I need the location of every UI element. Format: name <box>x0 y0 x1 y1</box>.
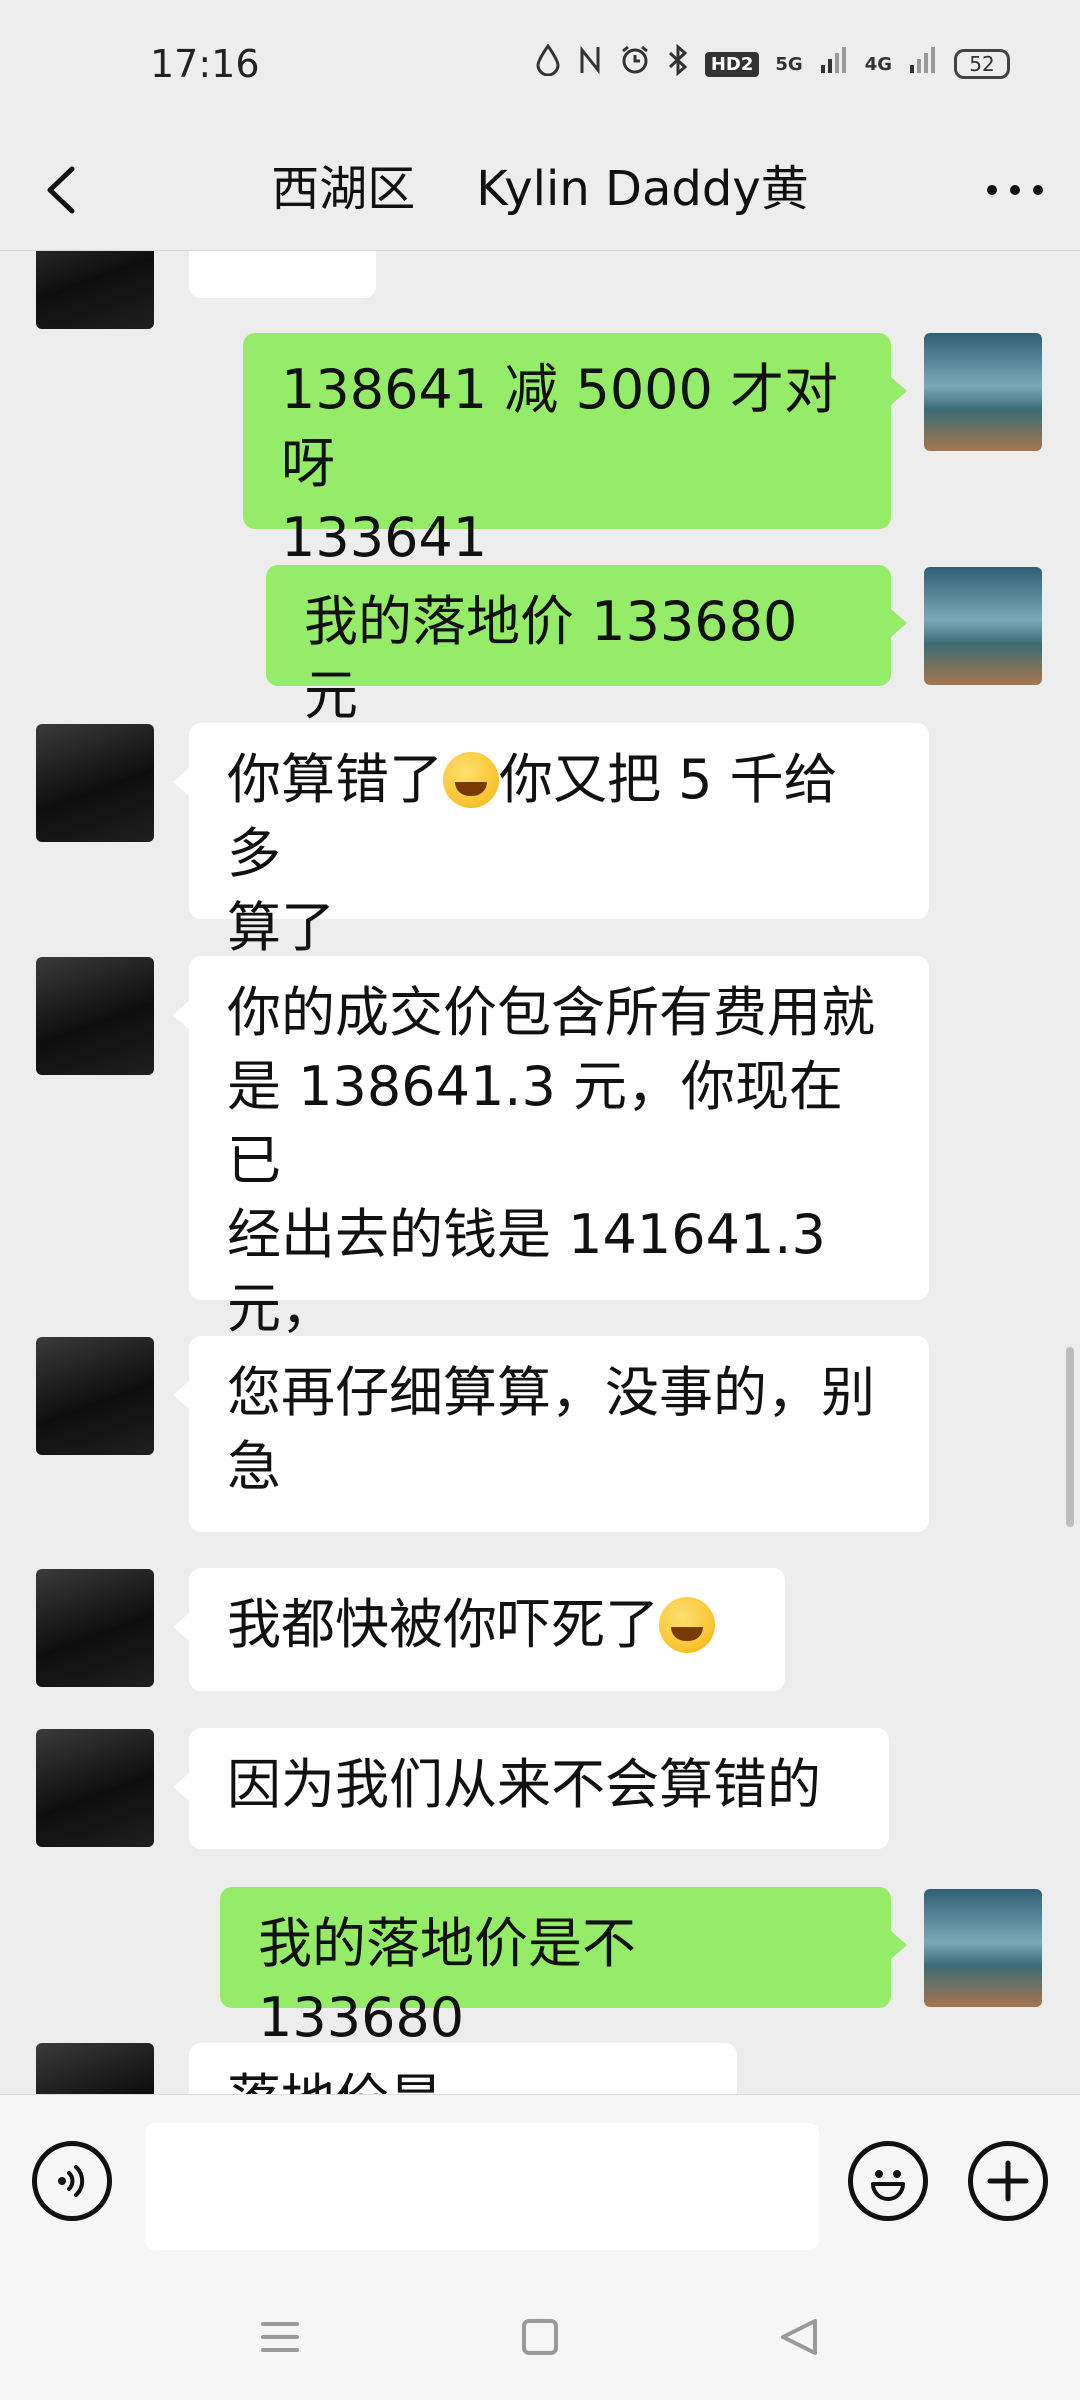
home-square-icon <box>522 2319 558 2355</box>
bubble-tail <box>173 1773 189 1801</box>
message-bubble[interactable]: 落地价是 138641.3 <box>189 2043 737 2094</box>
message-text: 我都快被你吓死了 <box>227 1593 659 1656</box>
back-triangle-icon <box>781 2319 817 2355</box>
bubble-tail <box>173 1381 189 1409</box>
face-with-tears-of-joy-icon <box>659 1597 715 1653</box>
chat-header: 西湖区 Kylin Daddy黄 <box>0 135 1080 251</box>
bubble-tail <box>173 1613 189 1641</box>
message-bubble[interactable]: 你的成交价包含所有费用就 是 138641.3 元，你现在已 经出去的钱是 14… <box>189 956 929 1414</box>
contact-avatar[interactable] <box>36 1337 154 1455</box>
network-5g-label: 5G <box>775 53 803 75</box>
network-4g-label: 4G <box>864 53 892 75</box>
bubble-tail <box>891 1931 907 1959</box>
input-bar <box>0 2094 1080 2275</box>
emoji-button[interactable] <box>848 2141 928 2221</box>
message-bubble[interactable]: 因为我们从来不会算错的 <box>189 1728 889 1849</box>
water-drop-icon <box>535 43 561 84</box>
bubble-tail <box>891 377 907 405</box>
more-functions-button[interactable] <box>968 2141 1048 2221</box>
message-text: 你算错了 <box>227 748 443 811</box>
bubble-tail <box>173 1001 189 1029</box>
contact-avatar[interactable] <box>36 1569 154 1687</box>
plus-icon <box>987 2160 1029 2202</box>
back-nav-button[interactable] <box>775 2312 825 2362</box>
voice-button[interactable] <box>32 2141 112 2221</box>
emoji-icon <box>871 2170 905 2201</box>
home-nav-button[interactable] <box>515 2312 565 2362</box>
status-bar: 17:16 HD2 5G 4G 52 <box>0 0 1080 135</box>
bluetooth-icon <box>667 43 689 84</box>
signal-icon <box>908 45 938 83</box>
menu-nav-button[interactable] <box>255 2312 305 2362</box>
contact-avatar[interactable] <box>36 724 154 842</box>
nfc-icon <box>577 45 603 83</box>
message-bubble[interactable] <box>189 251 376 298</box>
contact-avatar[interactable] <box>36 957 154 1075</box>
scrollbar[interactable] <box>1066 1347 1074 1527</box>
contact-avatar[interactable] <box>36 251 154 329</box>
face-with-tears-of-joy-icon <box>443 752 499 808</box>
voice-icon <box>58 2165 85 2197</box>
message-bubble[interactable]: 我的落地价是不 133680 <box>220 1887 891 2049</box>
message-list[interactable]: 138641 减 5000 才对呀 133641 我的落地价 133680 元 … <box>0 251 1080 2094</box>
my-avatar[interactable] <box>924 1889 1042 2007</box>
hd-voice-badge: HD2 <box>704 51 760 77</box>
my-avatar[interactable] <box>924 567 1042 685</box>
message-bubble[interactable]: 我的落地价 133680 元 <box>266 565 891 727</box>
menu-icon <box>261 2322 299 2352</box>
alarm-icon <box>619 44 651 84</box>
contact-avatar[interactable] <box>36 1729 154 1847</box>
message-bubble[interactable]: 你算错了 你又把 5 千给多 算了 <box>189 723 929 959</box>
status-time: 17:16 <box>150 42 260 86</box>
bubble-tail <box>891 609 907 637</box>
bubble-tail <box>173 768 189 796</box>
more-options-button[interactable] <box>980 155 1050 225</box>
contact-avatar[interactable] <box>36 2043 154 2094</box>
status-icons: HD2 5G 4G 52 <box>535 43 1010 84</box>
chat-title: 西湖区 Kylin Daddy黄 <box>271 161 809 217</box>
battery-icon: 52 <box>954 49 1010 79</box>
message-bubble[interactable]: 我都快被你吓死了 <box>189 1568 785 1691</box>
more-dots-icon <box>987 185 1043 195</box>
message-bubble[interactable]: 138641 减 5000 才对呀 133641 <box>243 333 891 569</box>
message-input[interactable] <box>145 2123 819 2250</box>
my-avatar[interactable] <box>924 333 1042 451</box>
signal-icon <box>819 45 849 83</box>
message-bubble[interactable]: 您再仔细算算，没事的，别 急 <box>189 1336 929 1532</box>
system-navigation-bar <box>0 2274 1080 2400</box>
